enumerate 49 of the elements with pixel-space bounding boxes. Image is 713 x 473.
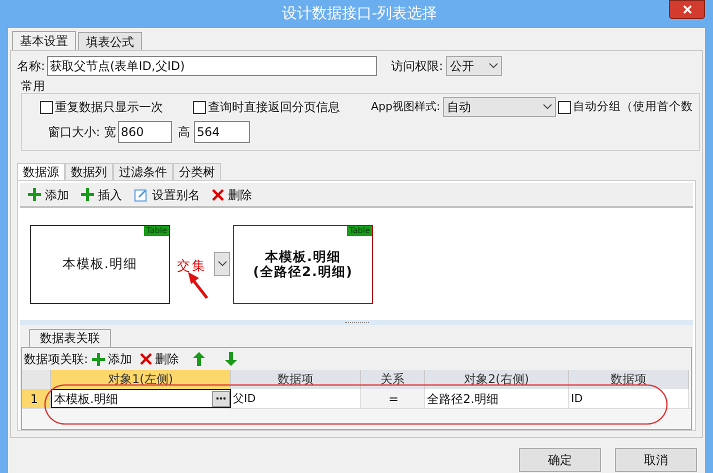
access-label: 访问权限: xyxy=(391,58,444,75)
group-title: 常用 xyxy=(21,79,46,93)
tab[interactable]: 填表公式 xyxy=(78,32,142,50)
table-cell: 父ID xyxy=(231,389,361,408)
toolbar-button[interactable]: 删除 xyxy=(212,186,252,204)
object-field[interactable]: 本模板.明细 xyxy=(51,389,231,408)
dialog-button[interactable]: 确定 xyxy=(519,448,601,472)
table-cell: 全路径2.明细 xyxy=(425,389,569,408)
table-node[interactable]: Table 本模板.明细 xyxy=(30,225,170,304)
table-badge: Table xyxy=(144,226,169,236)
toolbar-button[interactable]: 添加 xyxy=(28,186,69,204)
column-header[interactable]: 关系 xyxy=(361,370,425,389)
width-field[interactable]: 860 xyxy=(118,121,172,143)
column-header[interactable]: 对象1(左侧) xyxy=(51,370,231,389)
height-label: 高 xyxy=(178,124,190,141)
tab[interactable]: 数据源 xyxy=(17,163,65,180)
join-label[interactable]: 交集 xyxy=(177,257,207,276)
node-label: 本模板.明细 xyxy=(265,250,341,264)
row-number: 1 xyxy=(22,389,51,408)
toolbar-button[interactable]: 设置别名 xyxy=(134,186,200,204)
access-select[interactable]: 公开 xyxy=(446,56,502,76)
window-title: 设计数据接口-列表选择 xyxy=(280,3,438,24)
tab[interactable]: 基本设置 xyxy=(12,31,76,50)
relation-toolbar-label: 数据项关联: xyxy=(24,351,88,368)
toolbar-button[interactable]: 插入 xyxy=(81,186,122,204)
name-label: 名称: xyxy=(17,58,46,75)
toolbar-button[interactable]: 添加 xyxy=(92,350,132,368)
checkbox-label: 查询时直接返回分页信息 xyxy=(208,99,340,116)
relation-tab[interactable]: 数据表关联 xyxy=(29,329,111,347)
app-view-select[interactable]: 自动 xyxy=(443,97,556,117)
toolbar-button[interactable]: 删除 xyxy=(140,350,180,368)
column-header[interactable]: 数据项 xyxy=(231,370,361,389)
table-cell: ID xyxy=(569,389,689,408)
tab[interactable]: 数据列 xyxy=(65,163,113,180)
checkbox-label: 重复数据只显示一次 xyxy=(55,99,163,116)
table-badge: Table xyxy=(347,226,372,236)
dialog-button[interactable]: 取消 xyxy=(615,448,697,472)
table-node[interactable]: Table 本模板.明细 (全路径2.明细) xyxy=(233,225,373,304)
app-view-label: App视图样式: xyxy=(371,98,440,115)
checkbox-label: 自动分组（使用首个数 xyxy=(573,98,694,116)
tab[interactable]: 过滤条件 xyxy=(113,163,173,180)
node-label: (全路径2.明细) xyxy=(253,264,353,280)
tab[interactable]: 分类树 xyxy=(173,163,221,180)
height-field[interactable]: 564 xyxy=(194,121,250,143)
name-field[interactable]: 获取父节点(表单ID,父ID) xyxy=(47,56,378,76)
column-header[interactable]: 数据项 xyxy=(569,370,689,389)
window-size-label: 窗口大小: 宽 xyxy=(48,124,116,141)
column-header[interactable]: 对象2(右侧) xyxy=(425,370,569,389)
node-label: 本模板.明细 xyxy=(62,257,138,272)
